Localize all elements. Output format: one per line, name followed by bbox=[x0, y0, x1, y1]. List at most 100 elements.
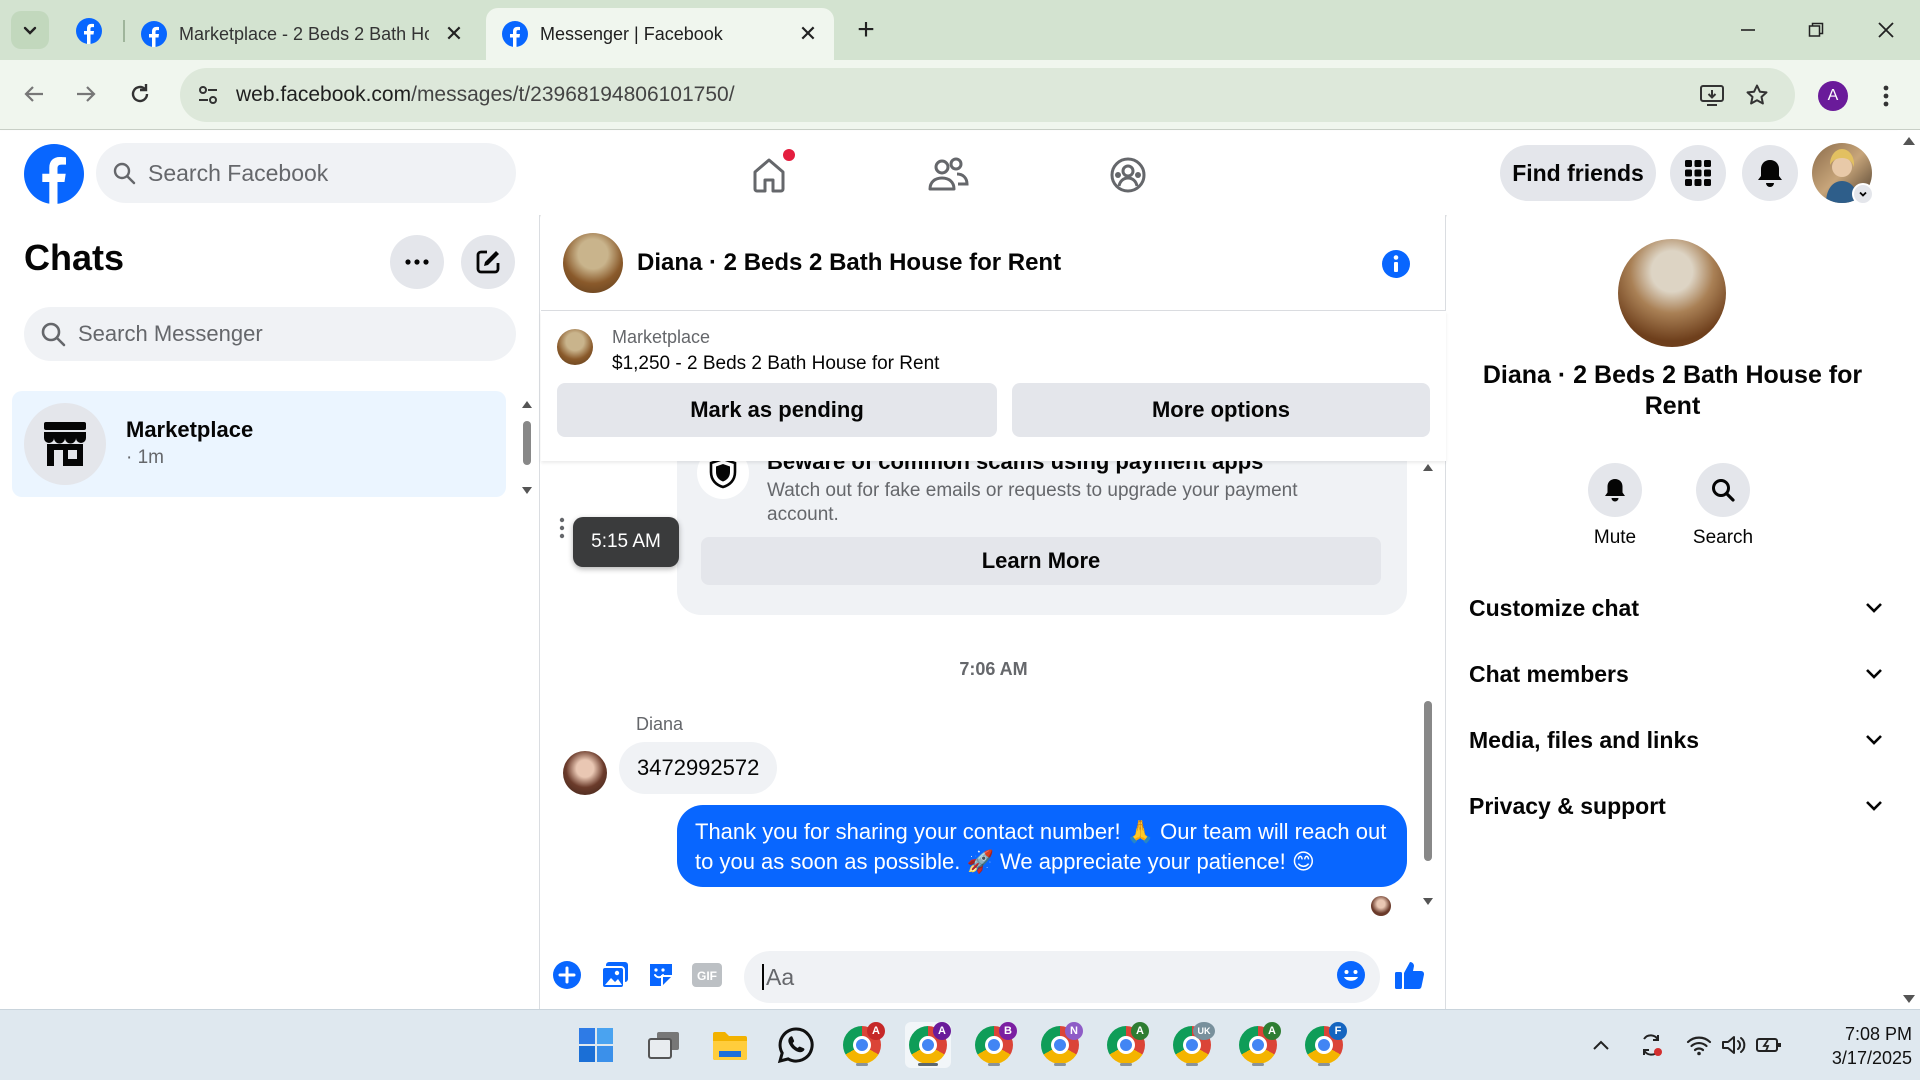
chats-options-button[interactable] bbox=[390, 235, 444, 289]
details-title: Diana · 2 Beds 2 Bath House for Rent bbox=[1482, 361, 1863, 420]
bell-icon bbox=[1588, 463, 1642, 517]
conversation-title[interactable]: Diana · 2 Beds 2 Bath House for Rent bbox=[637, 249, 1061, 277]
search-in-chat-button[interactable]: Search bbox=[1678, 463, 1768, 549]
facebook-search-input[interactable]: Search Facebook bbox=[96, 143, 516, 203]
profile-badge: A bbox=[933, 1022, 951, 1040]
chrome-profile-n-button[interactable]: N bbox=[1037, 1022, 1083, 1068]
gif-button[interactable]: GIF bbox=[691, 959, 723, 991]
chrome-profile-a3-button[interactable]: A bbox=[1235, 1022, 1281, 1068]
conversation-header: Diana · 2 Beds 2 Bath House for Rent bbox=[541, 215, 1446, 311]
sticker-icon bbox=[650, 964, 672, 986]
conversation-avatar[interactable] bbox=[563, 233, 623, 293]
battery-tray-button[interactable] bbox=[1754, 1030, 1784, 1060]
chrome-profile-b-button[interactable]: B bbox=[971, 1022, 1017, 1068]
close-window-button[interactable] bbox=[1856, 8, 1916, 52]
listing-thumbnail[interactable] bbox=[557, 329, 593, 365]
search-placeholder: Search Messenger bbox=[78, 321, 263, 346]
mute-button[interactable]: Mute bbox=[1570, 463, 1660, 549]
chrome-profile-uk-button[interactable]: UK bbox=[1169, 1022, 1215, 1068]
svg-text:GIF: GIF bbox=[697, 969, 717, 983]
start-button[interactable] bbox=[573, 1022, 619, 1068]
mark-as-pending-button[interactable]: Mark as pending bbox=[557, 383, 997, 437]
show-hidden-icons-button[interactable] bbox=[1586, 1030, 1616, 1060]
message-options-icon[interactable] bbox=[559, 517, 569, 543]
search-icon bbox=[1696, 463, 1750, 517]
listing-title[interactable]: $1,250 - 2 Beds 2 Bath House for Rent bbox=[612, 353, 939, 375]
marketplace-avatar bbox=[24, 403, 106, 485]
conversation-scrollbar[interactable] bbox=[1419, 461, 1437, 911]
section-label: Customize chat bbox=[1469, 594, 1639, 621]
menu-button[interactable] bbox=[1670, 145, 1726, 201]
sticker-button[interactable] bbox=[645, 959, 677, 991]
attach-photo-button[interactable] bbox=[599, 959, 631, 991]
restore-button[interactable] bbox=[1786, 8, 1846, 52]
chat-item-marketplace[interactable]: Marketplace · 1m bbox=[12, 391, 506, 497]
customize-chat-row[interactable]: Customize chat bbox=[1469, 583, 1883, 633]
account-caret[interactable] bbox=[1852, 183, 1874, 205]
new-tab-button[interactable]: + bbox=[848, 12, 884, 48]
tab-messenger[interactable]: Messenger | Facebook ✕ bbox=[486, 8, 834, 60]
chrome-profile-a2-button[interactable]: A bbox=[1103, 1022, 1149, 1068]
close-tab-icon[interactable]: ✕ bbox=[796, 21, 820, 46]
page-scrollbar[interactable] bbox=[1898, 131, 1920, 1009]
chats-scrollbar[interactable] bbox=[520, 397, 534, 497]
privacy-support-row[interactable]: Privacy & support bbox=[1469, 781, 1883, 831]
like-button[interactable] bbox=[1393, 959, 1425, 991]
clock-date: 3/17/2025 bbox=[1831, 1048, 1912, 1068]
sync-icon bbox=[1643, 1034, 1662, 1056]
browser-menu-icon[interactable] bbox=[1874, 76, 1898, 116]
scam-warning-card: Beware of common scams using payment app… bbox=[677, 439, 1407, 615]
arrow-left-icon bbox=[24, 86, 43, 102]
more-options-button[interactable]: More options bbox=[1012, 383, 1430, 437]
groups-nav-button[interactable] bbox=[1104, 151, 1152, 199]
chat-members-row[interactable]: Chat members bbox=[1469, 649, 1883, 699]
close-icon bbox=[1878, 22, 1894, 38]
volume-tray-button[interactable] bbox=[1719, 1030, 1749, 1060]
new-message-button[interactable] bbox=[461, 235, 515, 289]
pinned-facebook-tab[interactable] bbox=[70, 13, 108, 49]
reload-button[interactable] bbox=[120, 74, 160, 114]
message-composer: GIF Aa bbox=[541, 937, 1446, 1009]
tab-marketplace[interactable]: Marketplace - 2 Beds 2 Bath Ho ✕ bbox=[125, 8, 480, 60]
mute-label: Mute bbox=[1593, 527, 1637, 548]
details-avatar[interactable] bbox=[1618, 239, 1726, 347]
address-bar[interactable]: web.facebook.com/messages/t/239681948061… bbox=[180, 68, 1795, 122]
system-clock[interactable]: 7:08 PM 3/17/2025 bbox=[1796, 1022, 1912, 1070]
notification-dot bbox=[783, 149, 795, 161]
learn-more-button[interactable]: Learn More bbox=[701, 537, 1381, 585]
incoming-message[interactable]: 3472992572 bbox=[619, 742, 778, 794]
task-view-button[interactable] bbox=[641, 1022, 687, 1068]
friends-nav-button[interactable] bbox=[924, 151, 972, 199]
info-icon[interactable] bbox=[1381, 249, 1411, 279]
tab-search-dropdown[interactable] bbox=[11, 11, 49, 49]
wifi-tray-button[interactable] bbox=[1684, 1030, 1714, 1060]
message-input[interactable]: Aa bbox=[744, 951, 1380, 1003]
clock-time: 7:08 PM bbox=[1844, 1024, 1912, 1044]
back-button[interactable] bbox=[14, 74, 54, 114]
chrome-profile-a-button[interactable]: A bbox=[839, 1022, 885, 1068]
section-label: Chat members bbox=[1469, 660, 1629, 687]
messenger-search-input[interactable]: Search Messenger bbox=[24, 307, 516, 361]
chrome-profile-f-button[interactable]: F bbox=[1301, 1022, 1347, 1068]
minimize-button[interactable] bbox=[1718, 8, 1778, 52]
media-files-links-row[interactable]: Media, files and links bbox=[1469, 715, 1883, 765]
facebook-header: Search Facebook Find friends bbox=[0, 131, 1898, 215]
emoji-button[interactable] bbox=[1335, 959, 1367, 991]
file-explorer-button[interactable] bbox=[707, 1022, 753, 1068]
whatsapp-button[interactable] bbox=[773, 1022, 819, 1068]
close-tab-icon[interactable]: ✕ bbox=[442, 21, 466, 46]
find-friends-button[interactable]: Find friends bbox=[1500, 145, 1656, 201]
more-actions-button[interactable] bbox=[551, 959, 583, 991]
site-info-icon[interactable] bbox=[194, 81, 222, 109]
sync-tray-button[interactable] bbox=[1636, 1030, 1666, 1060]
url-path: /messages/t/23968194806101750/ bbox=[411, 83, 735, 106]
install-app-icon[interactable] bbox=[1697, 80, 1727, 110]
notifications-button[interactable] bbox=[1742, 145, 1798, 201]
sender-avatar[interactable] bbox=[563, 751, 607, 795]
outgoing-message[interactable]: Thank you for sharing your contact numbe… bbox=[677, 805, 1407, 887]
chrome-profile-a-active-button[interactable]: A bbox=[905, 1022, 951, 1068]
browser-profile-avatar[interactable]: A bbox=[1818, 81, 1848, 111]
forward-button[interactable] bbox=[66, 74, 106, 114]
facebook-logo-icon[interactable] bbox=[24, 144, 84, 204]
bookmark-star-icon[interactable] bbox=[1742, 80, 1772, 110]
